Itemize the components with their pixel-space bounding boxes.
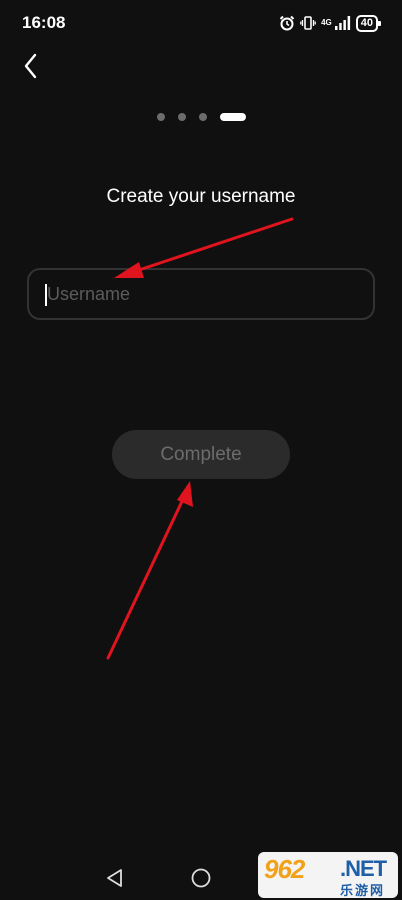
step-dot-active xyxy=(220,113,246,121)
home-circle-icon[interactable] xyxy=(189,866,213,890)
vibrate-icon xyxy=(300,16,316,30)
status-bar: 16:08 4G 40 xyxy=(0,0,402,46)
username-input[interactable] xyxy=(29,270,373,318)
text-cursor xyxy=(45,284,47,306)
step-dot xyxy=(199,113,207,121)
step-dot xyxy=(157,113,165,121)
battery-icon: 40 xyxy=(355,14,382,32)
complete-button[interactable]: Complete xyxy=(112,430,290,479)
step-dot xyxy=(178,113,186,121)
status-time: 16:08 xyxy=(22,13,66,32)
page-title: Create your username xyxy=(106,186,296,207)
username-field[interactable] xyxy=(27,268,375,320)
status-icons: 4G 40 xyxy=(279,13,382,33)
watermark-sub: 乐游网 xyxy=(340,883,386,898)
site-watermark: 962 .NET 乐游网 xyxy=(258,852,398,898)
step-indicator xyxy=(157,113,246,121)
network-type-label: 4G xyxy=(321,18,332,27)
chevron-left-icon xyxy=(24,53,37,79)
back-button[interactable] xyxy=(16,50,48,82)
alarm-icon xyxy=(279,15,295,31)
back-triangle-icon[interactable] xyxy=(103,866,127,890)
annotation-arrow-to-field xyxy=(128,217,294,275)
annotation-arrowhead-button xyxy=(177,481,193,507)
annotation-arrow-to-button xyxy=(106,493,187,660)
signal-icon xyxy=(334,16,350,30)
watermark-logo: 962 xyxy=(264,854,305,884)
watermark-suffix: .NET xyxy=(340,856,387,881)
